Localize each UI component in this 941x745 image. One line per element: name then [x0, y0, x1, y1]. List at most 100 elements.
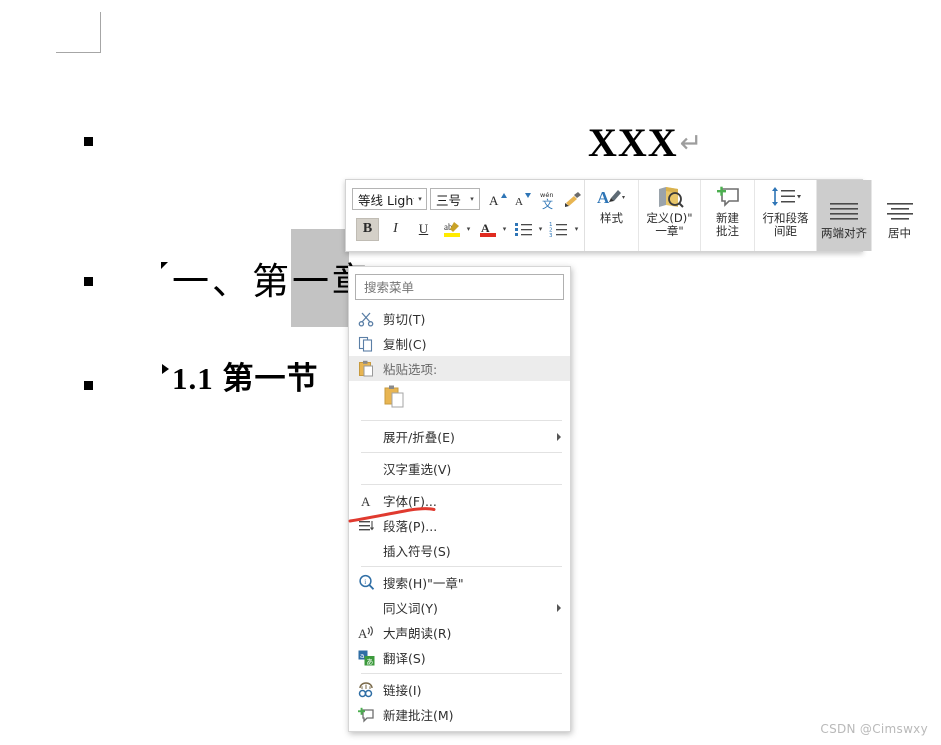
font-size-combobox[interactable]: 三号 ▾ [430, 188, 480, 210]
menu-separator [361, 484, 562, 485]
gutter-bullet [84, 381, 93, 390]
font-size-value: 三号 [436, 192, 462, 208]
heading-collapse-triangle-icon[interactable] [161, 262, 168, 269]
menu-item-new-comment-label: 新建批注(M) [383, 708, 454, 723]
heading-expand-triangle-icon[interactable] [162, 364, 169, 374]
new-comment-button[interactable]: 新建 批注 [701, 180, 755, 251]
underline-button[interactable]: U [412, 218, 435, 241]
menu-item-insert-symbol[interactable]: 插入符号(S) [349, 538, 570, 563]
menu-item-link[interactable]: 链接(I) [349, 677, 570, 702]
menu-item-cut[interactable]: 剪切(T) [349, 306, 570, 331]
menu-item-read-aloud[interactable]: A 大声朗读(R) [349, 620, 570, 645]
line-spacing-icon [769, 185, 803, 209]
gutter-bullet [84, 137, 93, 146]
define-button[interactable]: 定义(D)" 一章" [639, 180, 701, 251]
menu-item-font-label: 字体(F)... [383, 494, 437, 509]
menu-item-insert-symbol-label: 插入符号(S) [383, 544, 451, 559]
italic-button[interactable]: I [384, 218, 407, 241]
phonetic-guide-button[interactable]: wén 文 [536, 188, 559, 211]
menu-item-smart-lookup[interactable]: i 搜索(H)"一章" [349, 570, 570, 595]
new-comment-icon [715, 185, 741, 209]
heading-level-2[interactable]: 1.1 第一节 [172, 353, 319, 398]
submenu-arrow-icon [557, 603, 561, 612]
menu-item-new-comment[interactable]: 新建批注(M) [349, 702, 570, 727]
mini-toolbar-row-2: B I U ab ▾ A ▾ ▾ 1 2 3 ▾ [346, 214, 584, 244]
new-comment-label: 新建 批注 [716, 211, 739, 238]
center-align-button[interactable]: 居中 [872, 180, 927, 251]
chevron-down-icon[interactable]: ▾ [571, 225, 582, 233]
document-title-text: XXX [588, 120, 678, 165]
justify-align-icon [827, 200, 861, 224]
menu-item-link-label: 链接(I) [383, 683, 422, 698]
menu-separator [361, 673, 562, 674]
menu-search-input[interactable] [355, 274, 564, 300]
bold-icon: B [362, 221, 373, 236]
svg-text:3: 3 [549, 233, 553, 238]
shrink-font-button[interactable]: A [511, 188, 534, 211]
svg-text:a: a [360, 652, 364, 660]
styles-icon: A [597, 185, 627, 209]
menu-item-copy[interactable]: 复制(C) [349, 331, 570, 356]
line-paragraph-spacing-button[interactable]: 行和段落 间距 [755, 180, 817, 251]
menu-item-translate-label: 翻译(S) [383, 651, 426, 666]
chevron-down-icon[interactable]: ▾ [414, 189, 426, 209]
paste-options-strip [349, 381, 570, 417]
heading-level-1[interactable]: 一、第一章 [172, 251, 372, 305]
mini-toolbar-row-1: 等线 Light ▾ 三号 ▾ A A wén 文 [346, 184, 584, 214]
font-color-button[interactable]: A [476, 218, 499, 241]
svg-text:文: 文 [542, 197, 553, 210]
styles-button[interactable]: A 样式 [585, 180, 639, 251]
scissors-icon [349, 311, 383, 327]
bullet-list-button[interactable] [512, 218, 535, 241]
submenu-arrow-icon [557, 432, 561, 441]
menu-item-expand-collapse-label: 展开/折叠(E) [383, 430, 455, 445]
chevron-down-icon[interactable]: ▾ [535, 225, 546, 233]
menu-item-synonyms[interactable]: 同义词(Y) [349, 595, 570, 620]
line-spacing-label: 行和段落 间距 [762, 211, 809, 238]
paste-icon [349, 360, 383, 377]
format-painter-button[interactable] [561, 188, 584, 211]
font-name-value: 等线 Light [358, 192, 414, 208]
menu-item-paste-options[interactable]: 粘贴选项: [349, 356, 570, 381]
menu-item-paragraph-label: 段落(P)... [383, 519, 438, 534]
numbered-list-button[interactable]: 1 2 3 [548, 218, 571, 241]
define-label: 定义(D)" 一章" [646, 211, 693, 238]
menu-item-reselect-character[interactable]: 汉字重选(V) [349, 456, 570, 481]
chevron-down-icon[interactable]: ▾ [463, 225, 474, 233]
center-align-icon [885, 200, 915, 224]
font-color-icon: A [479, 221, 496, 237]
translate-icon: a あ [349, 650, 383, 666]
menu-separator [361, 566, 562, 567]
mini-format-toolbar[interactable]: 等线 Light ▾ 三号 ▾ A A wén 文 B I U ab ▾ A ▾… [345, 179, 913, 252]
document-title-line[interactable]: XXX↵ [588, 119, 703, 166]
svg-text:A: A [481, 221, 490, 235]
page-margin-corner-mark [56, 12, 101, 53]
bold-button[interactable]: B [356, 217, 379, 241]
copy-icon [349, 336, 383, 352]
justify-align-button[interactable]: 两端对齐 [817, 180, 872, 251]
text-highlight-button[interactable]: ab [440, 218, 463, 241]
font-name-combobox[interactable]: 等线 Light ▾ [352, 188, 427, 210]
chevron-down-icon[interactable]: ▾ [465, 189, 479, 209]
italic-icon: I [393, 221, 398, 236]
menu-item-paste-options-label: 粘贴选项: [383, 362, 438, 377]
context-menu[interactable]: 剪切(T) 复制(C) 粘贴选项: [348, 266, 571, 732]
define-dictionary-icon [656, 185, 684, 209]
menu-item-paragraph[interactable]: 段落(P)... [349, 513, 570, 538]
menu-search-wrapper [349, 269, 570, 306]
underline-icon: U [418, 221, 429, 236]
chevron-down-icon[interactable]: ▾ [499, 225, 510, 233]
mini-toolbar-left-group: 等线 Light ▾ 三号 ▾ A A wén 文 B I U ab ▾ A ▾… [346, 180, 584, 251]
menu-item-expand-collapse[interactable]: 展开/折叠(E) [349, 424, 570, 449]
grow-font-icon: A [489, 192, 507, 208]
menu-item-font[interactable]: A 字体(F)... [349, 488, 570, 513]
grow-font-button[interactable]: A [486, 188, 509, 211]
shrink-font-icon: A [515, 192, 531, 208]
svg-text:A: A [597, 188, 610, 207]
paragraph-mark-icon: ↵ [679, 128, 704, 159]
link-icon [349, 681, 383, 698]
paste-keep-source-formatting-button[interactable] [383, 384, 407, 414]
gutter-bullet [84, 277, 93, 286]
menu-item-translate[interactable]: a あ 翻译(S) [349, 645, 570, 670]
phonetic-guide-icon: wén 文 [540, 191, 553, 210]
